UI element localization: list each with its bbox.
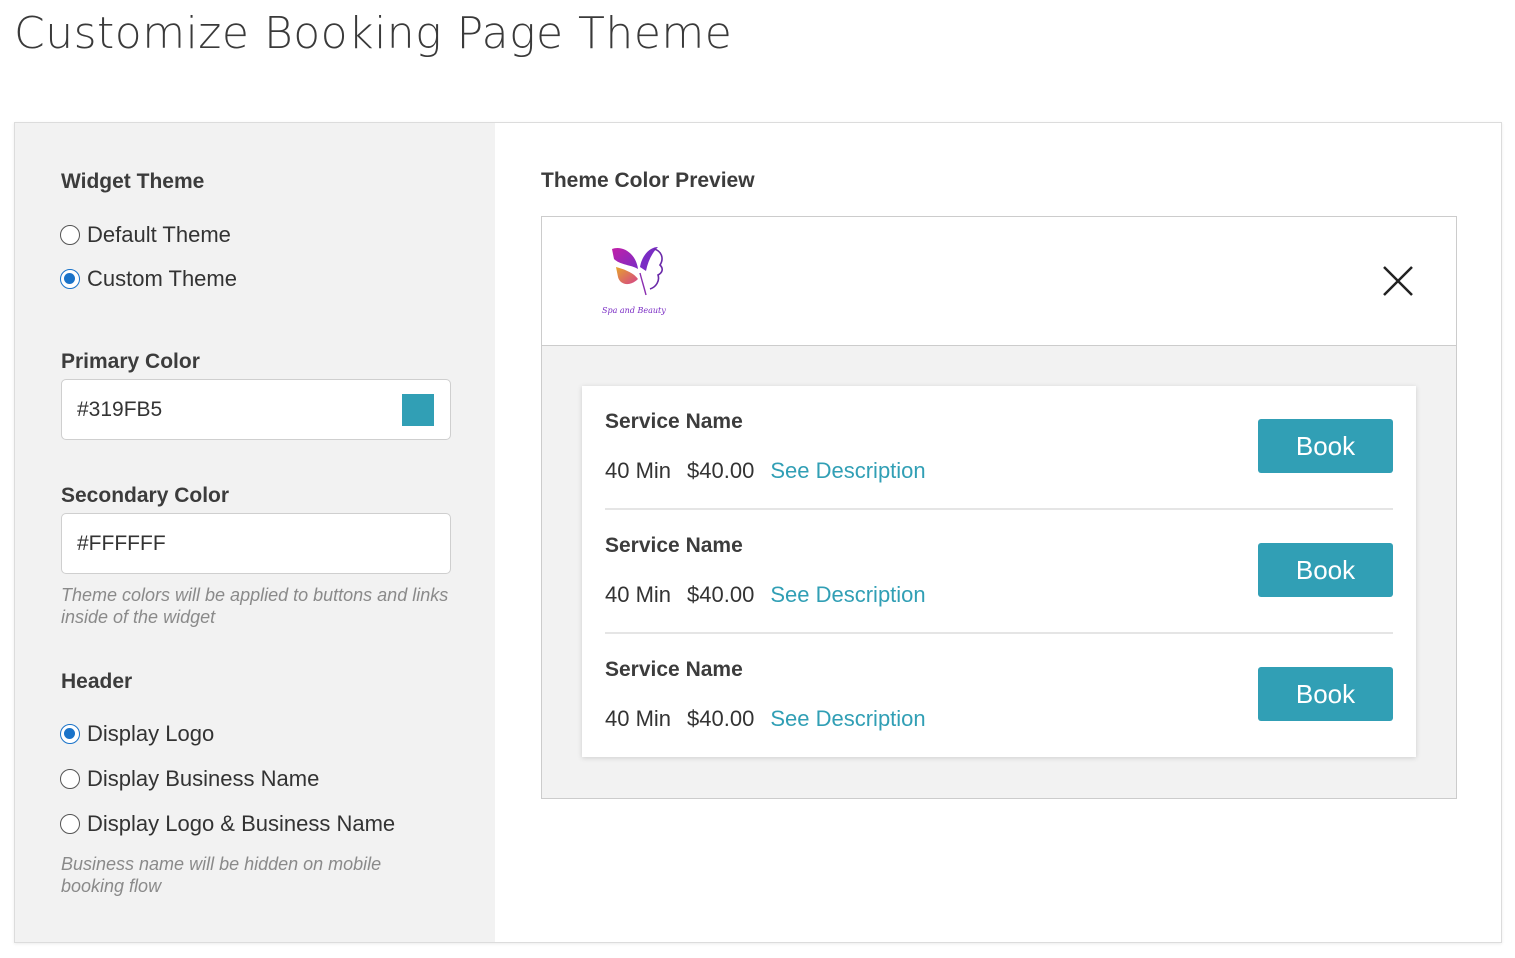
primary-color-value: #319FB5 <box>77 397 163 421</box>
radio-button[interactable] <box>60 225 80 245</box>
service-price: $40.00 <box>687 706 755 731</box>
preview-header: Spa and Beauty <box>542 217 1456 346</box>
service-meta: 40 Min $40.00 See Description <box>605 458 926 484</box>
see-description-link[interactable]: See Description <box>770 458 925 484</box>
radio-button[interactable] <box>60 769 80 789</box>
radio-label: Display Logo <box>87 721 215 746</box>
service-item: Service Name 40 Min $40.00 See Descripti… <box>605 386 1393 510</box>
service-price: $40.00 <box>687 582 755 607</box>
service-duration: 40 Min <box>605 458 672 483</box>
see-description-link[interactable]: See Description <box>770 706 925 732</box>
radio-custom-theme[interactable]: Custom Theme <box>60 266 237 292</box>
radio-button[interactable] <box>60 814 80 834</box>
radio-button-selected[interactable] <box>60 269 80 289</box>
radio-display-business-name[interactable]: Display Business Name <box>60 766 319 792</box>
radio-label: Display Logo & Business Name <box>87 811 396 836</box>
colors-hint: Theme colors will be applied to buttons … <box>61 585 449 627</box>
book-button[interactable]: Book <box>1258 419 1393 473</box>
radio-display-logo[interactable]: Display Logo <box>60 721 214 747</box>
service-duration: 40 Min <box>605 582 672 607</box>
header-label: Header <box>61 670 133 693</box>
service-price: $40.00 <box>687 458 755 483</box>
primary-color-label: Primary Color <box>61 350 200 373</box>
radio-display-logo-and-name[interactable]: Display Logo & Business Name <box>60 811 395 837</box>
service-item: Service Name 40 Min $40.00 See Descripti… <box>605 634 1393 758</box>
close-icon[interactable] <box>1381 264 1415 298</box>
secondary-color-label: Secondary Color <box>61 484 230 507</box>
radio-label: Display Business Name <box>87 766 320 791</box>
service-name: Service Name <box>605 658 743 681</box>
service-meta: 40 Min $40.00 See Description <box>605 582 926 608</box>
service-duration: 40 Min <box>605 706 672 731</box>
secondary-color-value: #FFFFFF <box>77 531 166 555</box>
service-meta: 40 Min $40.00 See Description <box>605 706 926 732</box>
radio-label: Custom Theme <box>87 266 237 291</box>
service-list: Service Name 40 Min $40.00 See Descripti… <box>582 386 1416 757</box>
theme-settings-panel: Widget Theme Default Theme Custom Theme … <box>14 122 1502 943</box>
header-hint: Business name will be hidden on mobile b… <box>61 854 382 896</box>
service-name: Service Name <box>605 410 743 433</box>
color-swatch[interactable] <box>402 394 434 426</box>
radio-button-selected[interactable] <box>60 724 80 744</box>
spa-logo: Spa and Beauty <box>602 247 666 315</box>
book-button[interactable]: Book <box>1258 667 1393 721</box>
service-item: Service Name 40 Min $40.00 See Descripti… <box>605 510 1393 634</box>
radio-label: Default Theme <box>87 222 231 247</box>
radio-default-theme[interactable]: Default Theme <box>60 222 231 248</box>
primary-color-input[interactable]: #319FB5 <box>61 379 451 440</box>
see-description-link[interactable]: See Description <box>770 582 925 608</box>
widget-theme-label: Widget Theme <box>61 170 205 193</box>
svg-text:Spa and Beauty: Spa and Beauty <box>602 306 666 315</box>
preview-label: Theme Color Preview <box>541 169 755 192</box>
service-name: Service Name <box>605 534 743 557</box>
secondary-color-input[interactable]: #FFFFFF <box>61 513 451 574</box>
settings-column: Widget Theme Default Theme Custom Theme … <box>15 123 495 942</box>
book-button[interactable]: Book <box>1258 543 1393 597</box>
theme-preview: Spa and Beauty Service Name 40 Min $40.0… <box>541 216 1457 799</box>
page-title: Customize Booking Page Theme <box>14 8 733 59</box>
